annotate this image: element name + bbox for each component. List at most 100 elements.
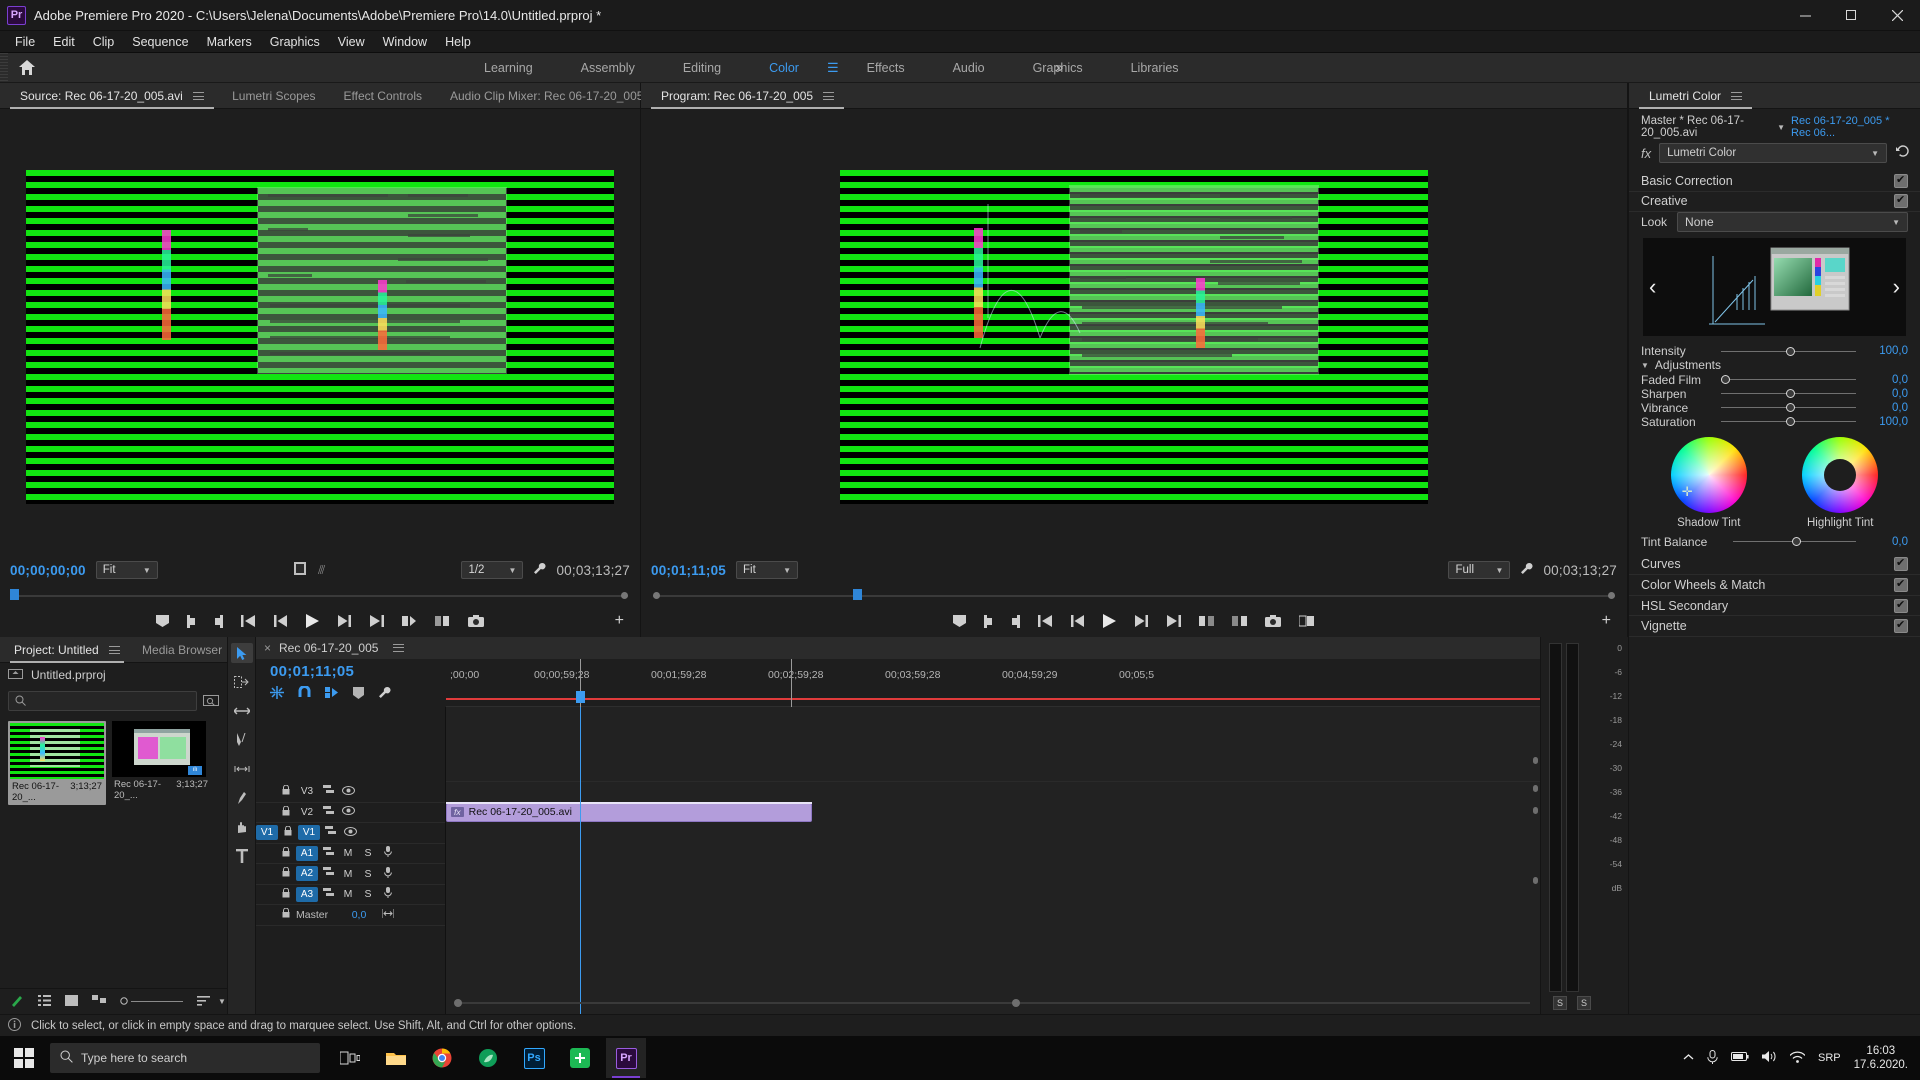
drag-video-icon[interactable]: ⫻: [318, 563, 325, 578]
keyboard-language[interactable]: SRP: [1818, 1052, 1841, 1064]
add-marker-icon[interactable]: [353, 686, 364, 702]
track-header-v1[interactable]: V1 V1: [256, 823, 445, 844]
shadow-tint-wheel[interactable]: ✛: [1670, 436, 1747, 513]
program-zoom-select[interactable]: Fit ▼: [736, 561, 799, 579]
mark-out-icon[interactable]: [1011, 614, 1020, 628]
bin-item[interactable]: ılı Rec 06-17-20_... 3;13;27: [112, 721, 210, 805]
go-to-out-icon[interactable]: [1166, 615, 1181, 627]
comparison-view-icon[interactable]: [1299, 615, 1315, 627]
program-current-timecode[interactable]: 00;01;11;05: [651, 563, 726, 578]
program-monitor-view[interactable]: [641, 109, 1627, 557]
tint-balance-value[interactable]: 0,0: [1870, 536, 1908, 548]
eye-icon[interactable]: [340, 826, 360, 839]
program-scrubber[interactable]: [641, 583, 1627, 605]
solo-button[interactable]: S: [358, 847, 378, 859]
menu-sequence[interactable]: Sequence: [123, 33, 197, 51]
play-icon[interactable]: [1103, 614, 1116, 628]
workspace-tab-effects[interactable]: Effects: [843, 53, 929, 83]
play-icon[interactable]: [306, 614, 319, 628]
browser-icon[interactable]: [468, 1038, 508, 1078]
master-volume-value[interactable]: 0,0: [340, 909, 378, 921]
taskbar-search-box[interactable]: Type here to search: [50, 1043, 320, 1073]
extract-icon[interactable]: [1232, 615, 1247, 627]
go-to-out-icon[interactable]: [369, 615, 384, 627]
search-input[interactable]: [8, 691, 197, 711]
tab-lumetri-scopes[interactable]: Lumetri Scopes: [218, 83, 329, 109]
lock-icon[interactable]: [276, 846, 296, 860]
scrubber-start-handle[interactable]: [653, 592, 660, 599]
bin-item[interactable]: Rec 06-17-20_... 3;13;27: [8, 721, 106, 805]
marker-icon[interactable]: [156, 615, 169, 627]
solo-button[interactable]: S: [1577, 996, 1591, 1010]
tint-crosshair-icon[interactable]: ✛: [1682, 484, 1693, 500]
track-name[interactable]: A1: [296, 845, 318, 861]
selection-tool[interactable]: [230, 643, 253, 663]
mark-in-icon[interactable]: [984, 614, 993, 628]
tab-source-monitor[interactable]: Source: Rec 06-17-20_005.avi: [6, 83, 218, 109]
shadow-tint-control[interactable]: ✛ Shadow Tint: [1670, 436, 1747, 529]
workspace-menu-icon[interactable]: ☰: [823, 60, 843, 76]
insert-overwrite-icon[interactable]: [270, 686, 284, 702]
source-playhead[interactable]: [10, 589, 19, 600]
lumetri-effect-select[interactable]: Lumetri Color ▼: [1659, 143, 1887, 163]
mark-in-icon[interactable]: [187, 614, 196, 628]
timeline-current-timecode[interactable]: 00;01;11;05: [270, 663, 446, 680]
track-name[interactable]: V1: [298, 825, 320, 841]
timeline-playhead-handle[interactable]: [576, 691, 585, 703]
track-header-a1[interactable]: A1 M S: [256, 844, 445, 864]
close-icon[interactable]: [1874, 0, 1920, 31]
menu-help[interactable]: Help: [436, 33, 480, 51]
timeline-settings-icon[interactable]: [378, 686, 391, 702]
pan-icon[interactable]: [378, 908, 398, 921]
section-enable-checkbox[interactable]: [1894, 556, 1908, 572]
lock-icon[interactable]: [276, 784, 296, 798]
wrench-icon[interactable]: [533, 562, 546, 578]
look-preview[interactable]: ‹ ›: [1643, 238, 1906, 337]
track-name[interactable]: A3: [296, 886, 318, 902]
source-monitor-view[interactable]: [0, 109, 640, 557]
razor-tool[interactable]: [231, 730, 253, 750]
windows-start-icon[interactable]: [0, 1036, 48, 1080]
track-header-a3[interactable]: A3 M S: [256, 885, 445, 905]
tab-project[interactable]: Project: Untitled: [6, 637, 128, 663]
network-icon[interactable]: [1789, 1051, 1806, 1066]
step-forward-icon[interactable]: [337, 615, 351, 627]
source-patch-v1[interactable]: V1: [256, 825, 278, 841]
program-playback-resolution-select[interactable]: Full ▼: [1448, 561, 1511, 579]
snap-icon[interactable]: [298, 685, 311, 702]
highlight-tint-control[interactable]: Highlight Tint: [1802, 436, 1879, 529]
timeline-vscrollbar[interactable]: [1533, 715, 1538, 965]
lock-icon[interactable]: [276, 866, 296, 880]
section-enable-checkbox[interactable]: [1894, 193, 1908, 209]
freeform-view-icon[interactable]: [92, 994, 106, 1009]
microphone-icon[interactable]: [378, 846, 398, 860]
timeline-clip[interactable]: fx Rec 06-17-20_005.avi: [446, 803, 812, 822]
step-back-icon[interactable]: [274, 615, 288, 627]
menu-markers[interactable]: Markers: [198, 33, 261, 51]
insert-icon[interactable]: [402, 615, 417, 627]
mute-button[interactable]: M: [338, 888, 358, 900]
button-editor-add-icon[interactable]: +: [1602, 612, 1611, 630]
pen-tool[interactable]: [231, 788, 253, 808]
lock-icon[interactable]: [276, 805, 296, 819]
sort-icon[interactable]: [197, 994, 210, 1009]
lock-icon[interactable]: [276, 907, 296, 921]
menu-graphics[interactable]: Graphics: [261, 33, 329, 51]
new-item-icon[interactable]: [10, 994, 24, 1010]
menu-file[interactable]: File: [6, 33, 44, 51]
track-header-v2[interactable]: V2: [256, 803, 445, 823]
tab-effect-controls[interactable]: Effect Controls: [330, 83, 436, 109]
export-frame-camera-icon[interactable]: [1265, 615, 1281, 627]
hamburger-icon[interactable]: [1731, 91, 1743, 101]
look-next-arrow-icon[interactable]: ›: [1893, 274, 1900, 300]
track-header-v3[interactable]: V3: [256, 782, 445, 803]
export-frame-camera-icon[interactable]: [468, 615, 484, 627]
microphone-icon[interactable]: [378, 866, 398, 881]
solo-button[interactable]: S: [358, 868, 378, 880]
source-current-timecode[interactable]: 00;00;00;00: [10, 563, 86, 578]
go-to-in-icon[interactable]: [241, 615, 256, 627]
workspace-tab-libraries[interactable]: Libraries: [1107, 53, 1203, 83]
solo-button[interactable]: S: [358, 888, 378, 900]
track-name[interactable]: V2: [296, 805, 318, 820]
look-select[interactable]: None ▼: [1677, 212, 1908, 233]
